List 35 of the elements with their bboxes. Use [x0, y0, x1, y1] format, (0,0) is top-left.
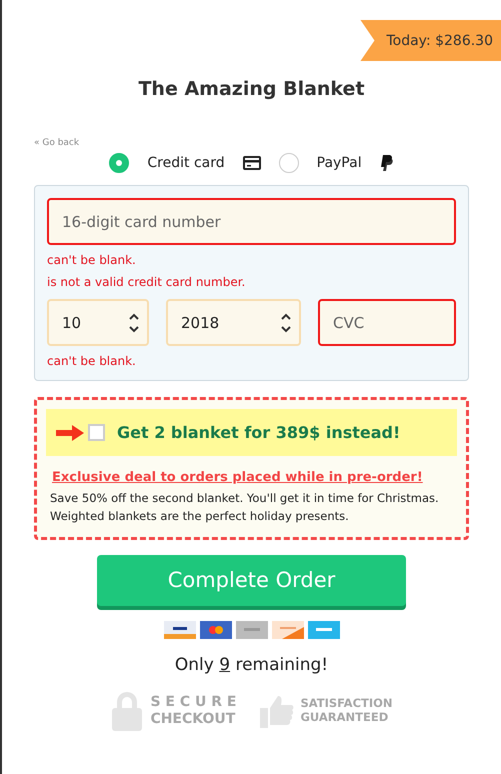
thumbs-up-icon — [260, 694, 294, 728]
year-select[interactable]: 2018 — [166, 299, 301, 346]
paypal-icon — [380, 155, 394, 171]
trust-badge-text: CHECKOUT — [150, 710, 236, 728]
offer-label[interactable]: Get 2 blanket for 389$ instead! — [117, 423, 400, 442]
credit-card-icon — [242, 156, 261, 170]
spinner-icon — [281, 312, 291, 334]
error-message: is not a valid credit card number. — [47, 275, 246, 289]
product-title: The Amazing Blanket — [137, 78, 366, 100]
price-badge: Today: $286.30 — [360, 20, 501, 61]
error-message: can't be blank. — [47, 253, 137, 267]
card-number-field[interactable]: 16-digit card number — [47, 198, 456, 245]
payment-card-icon — [272, 620, 304, 639]
payment-card-icon — [164, 620, 196, 639]
payment-method-label[interactable]: Credit card — [147, 155, 225, 171]
payment-card-icon — [236, 620, 268, 639]
stock-notice: Only 9 remaining! — [174, 654, 330, 675]
deal-description: Save 50% off the second blanket. You'll get it in time for Christmas. Weighted blankets are the perfect holiday presents. — [50, 490, 440, 526]
go-back-link[interactable]: « Go back — [34, 138, 80, 148]
checkbox[interactable] — [88, 424, 105, 441]
deal-headline: Exclusive deal to orders placed while in pre-order! — [52, 470, 423, 485]
month-select[interactable]: 10 — [47, 299, 149, 346]
trust-badge-text: S E C U R E — [150, 694, 236, 711]
payment-card-icon — [200, 620, 232, 639]
radio-button[interactable] — [109, 153, 130, 173]
lock-icon — [110, 690, 144, 731]
payment-method-label[interactable]: PayPal — [316, 155, 362, 171]
error-message: can't be blank. — [47, 354, 137, 368]
payment-card-icon — [308, 620, 340, 639]
trust-badge-text: SATISFACTION — [300, 696, 393, 711]
spinner-icon — [129, 312, 139, 334]
cvc-field[interactable]: CVC — [318, 299, 456, 346]
trust-badge-text: GUARANTEED — [300, 710, 390, 725]
radio-button[interactable] — [278, 153, 299, 173]
arrow-icon — [56, 424, 84, 440]
